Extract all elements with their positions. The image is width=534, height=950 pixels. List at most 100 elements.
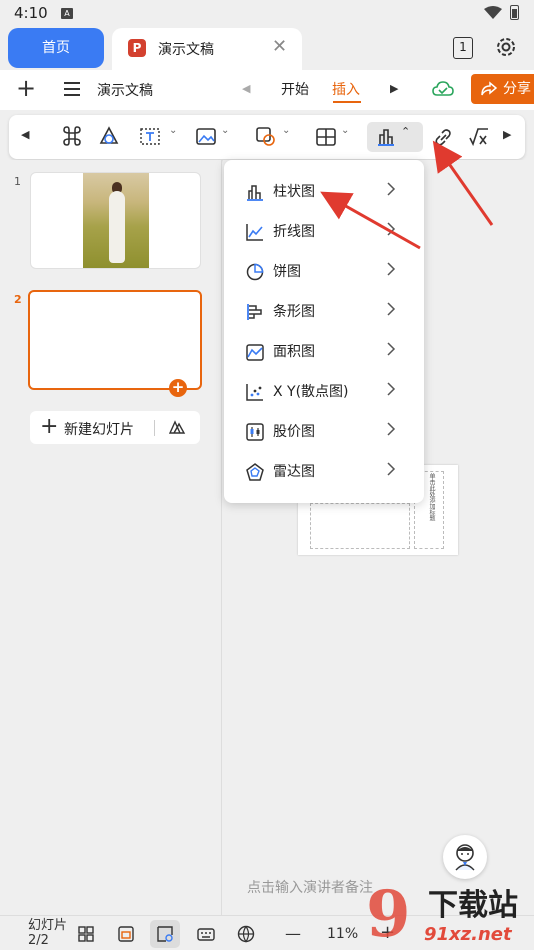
menu-icon[interactable]	[64, 82, 80, 96]
close-icon[interactable]: ✕	[272, 36, 287, 57]
ribbon-right-icon[interactable]: ▶	[503, 128, 511, 152]
chevron-right-icon	[387, 422, 396, 436]
chevron-down-icon[interactable]: ⌄	[341, 125, 349, 136]
slide-thumbnail-2[interactable]	[28, 290, 202, 390]
menu-item-area-chart[interactable]: 面积图	[224, 331, 424, 371]
slide-counter: 幻灯片 2/2	[28, 918, 68, 948]
menu-item-label: 柱状图	[273, 184, 315, 200]
ribbon-left-icon[interactable]: ◀	[21, 128, 29, 152]
share-icon	[481, 81, 497, 96]
picture-icon[interactable]	[195, 125, 217, 149]
tab-insert[interactable]: 插入	[332, 79, 360, 99]
menu-item-label: X Y(散点图)	[273, 384, 349, 400]
slide-view-icon[interactable]	[117, 925, 135, 943]
status-bar: 4:10 A	[0, 0, 534, 26]
new-slide-button[interactable]: + 新建幻灯片	[30, 411, 200, 444]
chevron-down-icon[interactable]: ⌄	[169, 125, 177, 136]
chevron-down-icon[interactable]: ⌄	[282, 125, 290, 136]
menu-item-bar-chart[interactable]: 条形图	[224, 291, 424, 331]
chevron-right-icon	[387, 222, 396, 236]
status-time: 4:10	[14, 4, 48, 22]
column-chart-icon	[247, 185, 263, 201]
bar-chart-icon	[247, 304, 262, 320]
shortcut-icon[interactable]	[61, 125, 83, 149]
slide-panel	[0, 160, 222, 915]
slide-thumbnail-1[interactable]	[30, 172, 201, 269]
scroll-left-icon[interactable]: ◀	[242, 82, 250, 95]
watermark-url: 91xz.net	[424, 924, 512, 945]
menu-item-label: 饼图	[273, 264, 301, 280]
assistant-avatar-icon	[455, 844, 475, 871]
menu-item-label: 股价图	[273, 424, 315, 440]
chevron-right-icon	[387, 262, 396, 276]
grid-view-icon[interactable]	[77, 925, 95, 943]
content-placeholder[interactable]	[310, 503, 410, 549]
chart-button[interactable]: ⌃	[367, 122, 423, 152]
share-label: 分享	[503, 81, 531, 97]
add-button[interactable]: +	[16, 76, 36, 100]
area-chart-icon	[246, 344, 264, 361]
tab-count-button[interactable]: 1	[453, 37, 473, 59]
plus-icon: +	[40, 414, 59, 439]
gear-icon[interactable]	[494, 35, 518, 59]
menu-item-radar-chart[interactable]: 雷达图	[224, 451, 424, 491]
insert-ribbon: ◀ ⌄ ⌄ ⌄ ⌄ ⌃ ▶	[9, 115, 525, 159]
table-icon[interactable]	[315, 125, 337, 149]
add-slide-icon[interactable]: +	[169, 379, 187, 397]
share-button[interactable]: 分享	[471, 74, 534, 104]
chevron-right-icon	[387, 462, 396, 476]
slide-layout-icon[interactable]	[168, 419, 186, 435]
formula-icon[interactable]	[468, 125, 490, 149]
menu-item-stock-chart[interactable]: 股价图	[224, 411, 424, 451]
speaker-notes-input[interactable]: 点击输入演讲者备注	[247, 877, 373, 897]
presentation-icon: P	[128, 39, 146, 57]
chevron-right-icon	[387, 182, 396, 196]
textbox-icon[interactable]	[139, 125, 161, 149]
menu-item-line-chart[interactable]: 折线图	[224, 211, 424, 251]
chevron-down-icon[interactable]: ⌄	[221, 125, 229, 136]
watermark-logo-number: 9	[366, 877, 411, 950]
menu-item-label: 折线图	[273, 224, 315, 240]
tab-document[interactable]: P 演示文稿 ✕	[112, 28, 302, 70]
wifi-icon	[484, 6, 502, 19]
menu-item-label: 条形图	[273, 304, 315, 320]
radar-chart-icon	[246, 463, 264, 481]
tab-document-label: 演示文稿	[158, 42, 214, 58]
tab-home[interactable]: 首页	[8, 28, 104, 68]
chart-icon	[378, 129, 394, 146]
assistant-button[interactable]	[443, 835, 487, 879]
divider	[154, 420, 155, 436]
notification-icon: A	[61, 8, 73, 19]
shape-fill-icon[interactable]	[255, 125, 277, 149]
slide-photo	[83, 173, 149, 268]
main-toolbar: + 演示文稿 ◀ 开始 插入 ▶ 分享	[0, 70, 534, 110]
globe-icon[interactable]	[237, 925, 255, 943]
keyboard-icon[interactable]	[197, 925, 215, 943]
scroll-right-icon[interactable]: ▶	[390, 82, 398, 95]
tab-start[interactable]: 开始	[281, 79, 309, 99]
photo-figure	[109, 191, 125, 263]
slide-number: 1	[14, 175, 21, 188]
zoom-out-button[interactable]: —	[285, 924, 301, 943]
pie-chart-icon	[246, 263, 264, 281]
watermark-brand: 下载站	[428, 888, 518, 923]
notes-view-icon	[157, 926, 173, 942]
shapes-icon[interactable]	[98, 125, 120, 149]
chevron-up-icon: ⌃	[401, 125, 411, 138]
chevron-right-icon	[387, 302, 396, 316]
new-slide-label: 新建幻灯片	[64, 422, 134, 438]
slide-number: 2	[14, 293, 22, 306]
menu-item-pie-chart[interactable]: 饼图	[224, 251, 424, 291]
menu-item-scatter-chart[interactable]: X Y(散点图)	[224, 371, 424, 411]
cloud-sync-icon[interactable]	[432, 80, 454, 100]
active-tab-indicator	[333, 101, 361, 103]
notes-view-button[interactable]	[150, 920, 180, 948]
site-watermark: 9 下载站 91xz.net	[366, 880, 534, 950]
link-icon[interactable]	[432, 125, 454, 149]
chevron-right-icon	[387, 382, 396, 396]
document-title: 演示文稿	[97, 83, 153, 99]
chevron-right-icon	[387, 342, 396, 356]
line-chart-icon	[246, 224, 263, 241]
scatter-chart-icon	[246, 384, 263, 401]
menu-item-column-chart[interactable]: 柱状图	[224, 171, 424, 211]
